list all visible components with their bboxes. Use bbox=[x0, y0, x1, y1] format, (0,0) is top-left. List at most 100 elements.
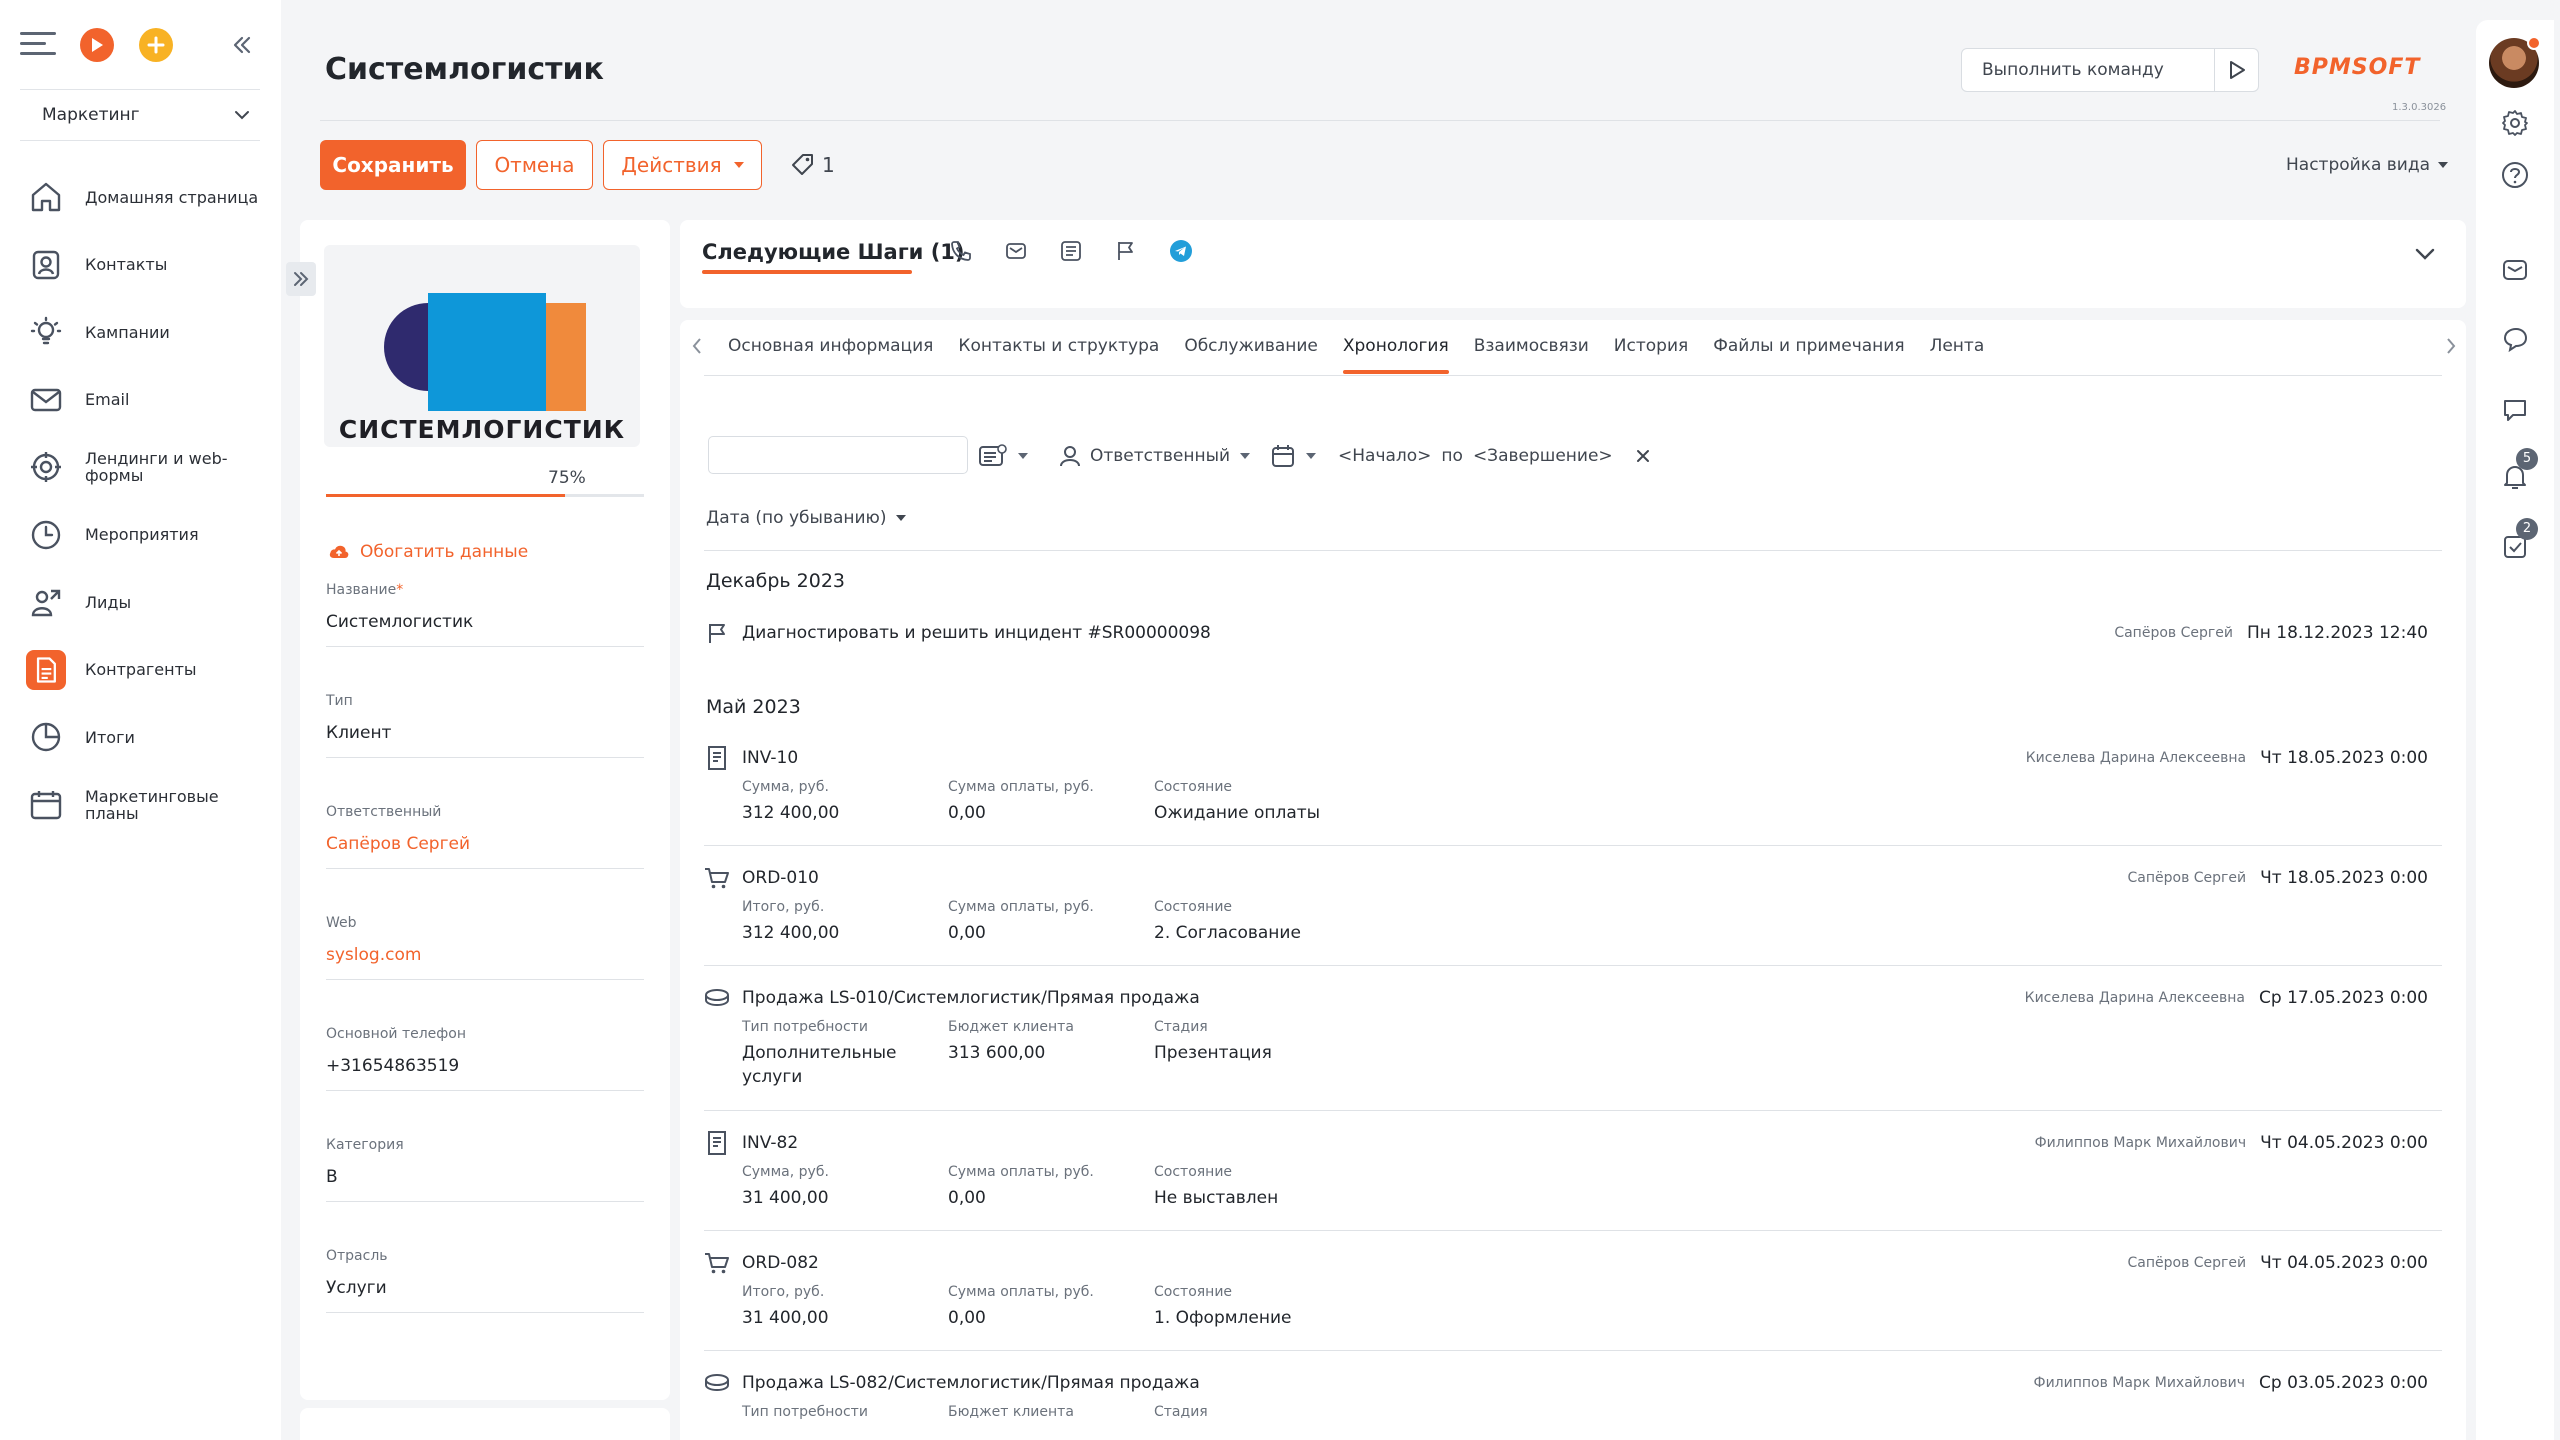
tab-chronology[interactable]: Хронология bbox=[1342, 336, 1449, 376]
timeline-item[interactable]: INV-10 Киселева Дарина Алексеевна Чт 18.… bbox=[704, 745, 2442, 825]
tab-history[interactable]: История bbox=[1614, 336, 1688, 376]
timeline-item-date: Пн 18.12.2023 12:40 bbox=[2246, 623, 2428, 643]
timeline-item-owner[interactable]: Филиппов Марк Михайлович bbox=[2034, 1375, 2246, 1391]
tab-main-info[interactable]: Основная информация bbox=[728, 336, 933, 376]
chevron-right-icon bbox=[2447, 338, 2456, 354]
email-icon[interactable] bbox=[2500, 255, 2530, 285]
sidebar-item-landings[interactable]: Лендинги и web-формы bbox=[20, 442, 260, 492]
sidebar-item-home[interactable]: Домашняя страница bbox=[20, 172, 260, 222]
view-settings-button[interactable]: Настройка вида bbox=[2286, 155, 2449, 175]
sidebar-item-accounts[interactable]: Контрагенты bbox=[20, 645, 260, 695]
name-field[interactable]: Системлогистик bbox=[326, 612, 644, 647]
telegram-icon[interactable] bbox=[1168, 238, 1193, 263]
timeline-item[interactable]: ORD-010 Сапёров Сергей Чт 18.05.2023 0:0… bbox=[704, 865, 2442, 945]
notifications-button[interactable]: 5 bbox=[2500, 448, 2538, 492]
tasks-button[interactable]: 2 bbox=[2500, 518, 2538, 562]
tab-contacts-structure[interactable]: Контакты и структура bbox=[958, 336, 1159, 376]
run-command-button[interactable] bbox=[2214, 49, 2258, 91]
tabs-scroll-left-button[interactable] bbox=[690, 334, 704, 362]
company-logo-text: СИСТЕМЛОГИСТИК bbox=[338, 415, 626, 444]
timeline-item-owner[interactable]: Сапёров Сергей bbox=[2114, 625, 2233, 641]
timeline-item[interactable]: Продажа LS-010/Системлогистик/Прямая про… bbox=[704, 985, 2442, 1089]
company-logo[interactable]: СИСТЕМЛОГИСТИК bbox=[324, 245, 640, 447]
owner-field[interactable]: Сапёров Сергей bbox=[326, 834, 644, 869]
sidebar-item-email[interactable]: Email bbox=[20, 375, 260, 425]
clear-period-icon[interactable] bbox=[1635, 448, 1651, 464]
period-end[interactable]: <Завершение> bbox=[1473, 446, 1613, 466]
timeline-item-title[interactable]: INV-82 bbox=[742, 1133, 2035, 1153]
timeline-item-owner[interactable]: Сапёров Сергей bbox=[2128, 870, 2247, 886]
timeline-item-owner[interactable]: Киселева Дарина Алексеевна bbox=[2026, 750, 2246, 766]
email-icon[interactable] bbox=[1003, 238, 1028, 263]
tabs-scroll-right-button[interactable] bbox=[2444, 334, 2458, 362]
settings-icon[interactable] bbox=[2500, 108, 2530, 138]
command-input[interactable]: Выполнить команду bbox=[1961, 48, 2259, 92]
timeline-item[interactable]: INV-82 Филиппов Марк Михайлович Чт 04.05… bbox=[704, 1130, 2442, 1210]
task-list-icon[interactable] bbox=[1058, 238, 1083, 263]
timeline-item-owner[interactable]: Сапёров Сергей bbox=[2128, 1255, 2247, 1271]
chat-icon[interactable] bbox=[2500, 325, 2530, 355]
avatar[interactable] bbox=[2489, 36, 2541, 88]
tab-service[interactable]: Обслуживание bbox=[1184, 336, 1318, 376]
help-icon[interactable] bbox=[2500, 160, 2530, 190]
sidebar-item-contacts[interactable]: Контакты bbox=[20, 240, 260, 290]
enrich-data-button[interactable]: Обогатить данные bbox=[328, 542, 528, 562]
timeline-item-title[interactable]: INV-10 bbox=[742, 748, 2026, 768]
timeline-item-title[interactable]: Продажа LS-010/Системлогистик/Прямая про… bbox=[742, 988, 2025, 1008]
expand-panel-button[interactable] bbox=[286, 262, 316, 296]
comment-icon[interactable] bbox=[2500, 395, 2530, 425]
field-label: Сумма оплаты, руб. bbox=[948, 899, 1094, 915]
category-field[interactable]: B bbox=[326, 1167, 644, 1202]
add-button[interactable] bbox=[139, 28, 173, 62]
tag-count: 1 bbox=[822, 153, 835, 177]
next-steps-title[interactable]: Следующие Шаги (1) bbox=[702, 240, 965, 264]
entity-type-filter[interactable] bbox=[978, 438, 1028, 474]
timeline-divider bbox=[704, 965, 2442, 966]
timeline-item-title[interactable]: Продажа LS-082/Системлогистик/Прямая про… bbox=[742, 1373, 2034, 1393]
collapse-sidebar-button[interactable] bbox=[230, 30, 254, 65]
tab-files-notes[interactable]: Файлы и примечания bbox=[1713, 336, 1904, 376]
period-start[interactable]: <Начало> bbox=[1338, 446, 1431, 466]
field-value: 2. Согласование bbox=[1154, 923, 1301, 943]
tags-button[interactable]: 1 bbox=[790, 152, 835, 178]
industry-field[interactable]: Услуги bbox=[326, 1278, 644, 1313]
cancel-button[interactable]: Отмена bbox=[476, 140, 593, 190]
sidebar-item-events[interactable]: Мероприятия bbox=[20, 510, 260, 560]
menu-icon[interactable] bbox=[20, 32, 56, 56]
flag-icon[interactable] bbox=[1113, 238, 1138, 263]
sidebar-item-leads[interactable]: Лиды bbox=[20, 577, 260, 627]
field-industry: Отрасль Услуги bbox=[326, 1248, 644, 1313]
timeline-item[interactable]: Продажа LS-082/Системлогистик/Прямая про… bbox=[704, 1370, 2442, 1420]
tab-relations[interactable]: Взаимосвязи bbox=[1474, 336, 1589, 376]
collapse-next-steps-button[interactable] bbox=[2414, 246, 2436, 265]
save-button[interactable]: Сохранить bbox=[320, 140, 466, 190]
type-field[interactable]: Клиент bbox=[326, 723, 644, 758]
field-value: Ожидание оплаты bbox=[1154, 803, 1321, 823]
sidebar-item-campaigns[interactable]: Кампании bbox=[20, 307, 260, 357]
owner-filter[interactable]: Ответственный bbox=[1058, 438, 1251, 474]
web-field[interactable]: syslog.com bbox=[326, 945, 644, 980]
timeline-item-title[interactable]: ORD-010 bbox=[742, 868, 2128, 888]
tasks-badge: 2 bbox=[2516, 518, 2538, 540]
sidebar-nav: Домашняя страница Контакты Кампании Emai… bbox=[20, 172, 260, 847]
sidebar-item-marketing-plans[interactable]: Маркетинговые планы bbox=[20, 780, 260, 830]
timeline-item-owner[interactable]: Киселева Дарина Алексеевна bbox=[2025, 990, 2245, 1006]
play-button[interactable] bbox=[80, 28, 114, 62]
timeline-item[interactable]: Диагностировать и решить инцидент #SR000… bbox=[704, 620, 2442, 646]
timeline-search-input[interactable] bbox=[708, 436, 968, 474]
timeline-item-owner[interactable]: Филиппов Марк Михайлович bbox=[2035, 1135, 2247, 1151]
timeline-item-title[interactable]: ORD-082 bbox=[742, 1253, 2128, 1273]
phone-field[interactable]: +31654863519 bbox=[326, 1056, 644, 1091]
period-filter[interactable]: <Начало> по <Завершение> bbox=[1270, 438, 1651, 474]
phone-icon[interactable] bbox=[948, 238, 973, 263]
actions-button[interactable]: Действия bbox=[603, 140, 762, 190]
sort-button[interactable]: Дата (по убыванию) bbox=[706, 508, 907, 528]
timeline-item-title[interactable]: Диагностировать и решить инцидент #SR000… bbox=[742, 623, 2114, 643]
status-dot bbox=[2527, 36, 2541, 50]
sidebar-item-results[interactable]: Итоги bbox=[20, 712, 260, 762]
field-value: Презентация bbox=[1154, 1043, 1272, 1063]
workspace-select[interactable]: Маркетинг bbox=[20, 96, 260, 134]
field-label: Бюджет клиента bbox=[948, 1019, 1074, 1035]
timeline-item[interactable]: ORD-082 Сапёров Сергей Чт 04.05.2023 0:0… bbox=[704, 1250, 2442, 1330]
tab-feed[interactable]: Лента bbox=[1930, 336, 1985, 376]
